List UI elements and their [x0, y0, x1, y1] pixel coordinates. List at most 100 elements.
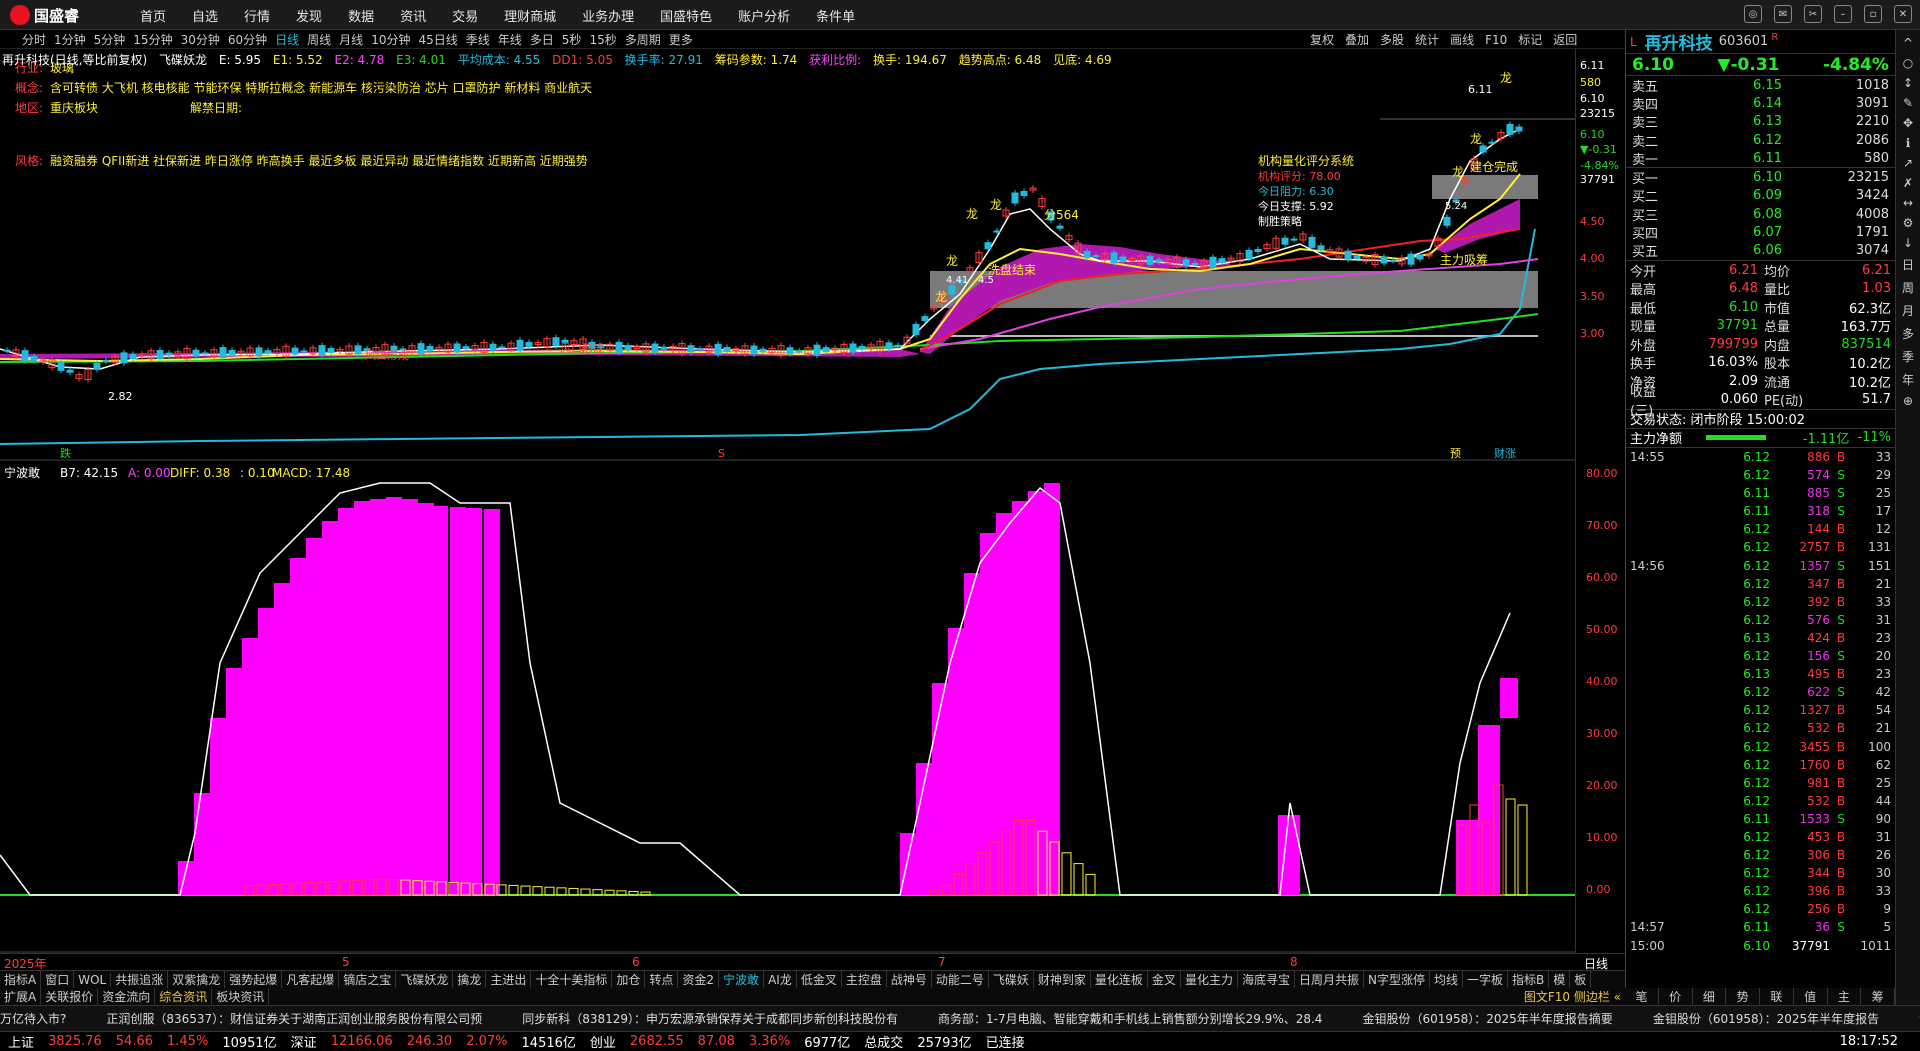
- sz-label[interactable]: 深证: [291, 1032, 317, 1051]
- oscillator-chart[interactable]: 宁波敢 B7: 42.15 A: 0.00 DIFF: 0.38 : 0.10 …: [0, 463, 1575, 953]
- tool-2[interactable]: 多股: [1380, 31, 1404, 48]
- indicator-tab-1[interactable]: 窗口: [41, 971, 75, 988]
- period-13[interactable]: 多日: [530, 31, 554, 48]
- period-8[interactable]: 月线: [339, 31, 363, 48]
- menu-item-6[interactable]: 交易: [452, 6, 478, 25]
- period-15[interactable]: 15秒: [589, 31, 616, 48]
- ask-row[interactable]: 卖五 6.15 1018: [1626, 76, 1895, 95]
- indicator-tab-9[interactable]: 擒龙: [453, 971, 487, 988]
- indicator-tab-15[interactable]: 宁波敢: [719, 971, 765, 988]
- period-10[interactable]: 45日线: [418, 31, 457, 48]
- side-tool-6[interactable]: ↗: [1903, 156, 1913, 170]
- indicator-tab-7[interactable]: 镝店之宝: [339, 971, 397, 988]
- indicator-tab-31[interactable]: 指标B: [1508, 971, 1550, 988]
- quote-tab-1[interactable]: 价: [1659, 988, 1693, 1005]
- period-3[interactable]: 15分钟: [133, 31, 172, 48]
- stock-title[interactable]: 再升科技(日线,等比前复权): [2, 53, 147, 67]
- menu-item-8[interactable]: 业务办理: [582, 6, 634, 25]
- indicator-tab-0[interactable]: 指标A: [0, 971, 42, 988]
- news-item[interactable]: 金钼股份（601958）：2025年半年度报告: [1653, 1010, 1879, 1027]
- side-tool-10[interactable]: ↓: [1903, 236, 1913, 250]
- side-tool-3[interactable]: ✎: [1903, 96, 1913, 110]
- period-16[interactable]: 多周期: [625, 31, 661, 48]
- indicator-tab-6[interactable]: 凡客起爆: [282, 971, 340, 988]
- indicator-tab-3[interactable]: 共振追涨: [111, 971, 169, 988]
- side-tool-16[interactable]: 年: [1902, 371, 1914, 388]
- indicator-tab-21[interactable]: 飞碟妖: [989, 971, 1034, 988]
- side-tool-12[interactable]: 周: [1902, 279, 1914, 296]
- side-tool-14[interactable]: 多: [1902, 325, 1914, 342]
- bid-row[interactable]: 买三 6.08 4008: [1626, 205, 1895, 224]
- menu-item-7[interactable]: 理财商城: [504, 6, 556, 25]
- side-tool-17[interactable]: ⊕: [1903, 394, 1913, 408]
- news-item[interactable]: 商务部：1-7月电脑、智能穿戴和手机线上销售额分别增长29.9%、28.4: [938, 1010, 1322, 1027]
- tool-3[interactable]: 统计: [1415, 31, 1439, 48]
- ext-tab-1[interactable]: 关联报价: [41, 988, 99, 1005]
- menu-item-3[interactable]: 发现: [296, 6, 322, 25]
- indicator-tab-14[interactable]: 资金2: [678, 971, 720, 988]
- menu-item-10[interactable]: 账户分析: [738, 6, 790, 25]
- menu-item-4[interactable]: 数据: [348, 6, 374, 25]
- side-tool-11[interactable]: 日: [1902, 256, 1914, 273]
- quote-tab-4[interactable]: 联: [1760, 988, 1794, 1005]
- bid-row[interactable]: 买二 6.09 3424: [1626, 187, 1895, 205]
- indicator-name[interactable]: 飞碟妖龙: [159, 53, 207, 67]
- indicator-tab-33[interactable]: 板: [1570, 971, 1592, 988]
- ask-row[interactable]: 卖四 6.14 3091: [1626, 94, 1895, 113]
- quote-tab-3[interactable]: 势: [1726, 988, 1760, 1005]
- indicator-tab-32[interactable]: 模: [1549, 971, 1571, 988]
- bid-row[interactable]: 买四 6.07 1791: [1626, 223, 1895, 242]
- side-tool-0[interactable]: ^: [1903, 36, 1913, 50]
- app-logo[interactable]: 国盛睿: [10, 4, 90, 26]
- quote-tab-7[interactable]: 筹: [1861, 988, 1895, 1005]
- period-5[interactable]: 60分钟: [228, 31, 267, 48]
- indicator-tab-28[interactable]: N字型涨停: [1364, 971, 1430, 988]
- side-tool-8[interactable]: ↔: [1903, 196, 1913, 210]
- envelope-icon[interactable]: ✉: [1774, 5, 1792, 23]
- ext-tab-3[interactable]: 综合资讯: [155, 988, 213, 1005]
- indicator-tab-16[interactable]: AI龙: [764, 971, 797, 988]
- indicator-tab-23[interactable]: 量化连板: [1091, 971, 1148, 988]
- indicator-tab-5[interactable]: 强势起爆: [225, 971, 283, 988]
- menu-item-11[interactable]: 条件单: [816, 6, 855, 25]
- bid-row[interactable]: 买一 6.10 23215: [1626, 168, 1895, 187]
- period-1[interactable]: 1分钟: [54, 31, 86, 48]
- period-6[interactable]: 日线: [275, 31, 299, 48]
- period-2[interactable]: 5分钟: [94, 31, 126, 48]
- indicator-tab-8[interactable]: 飞碟妖龙: [396, 971, 454, 988]
- restore-icon[interactable]: ▫: [1864, 5, 1882, 23]
- tool-4[interactable]: 画线: [1450, 31, 1474, 48]
- menu-item-0[interactable]: 首页: [140, 6, 166, 25]
- chat-icon[interactable]: ◎: [1744, 5, 1762, 23]
- indicator-tab-29[interactable]: 均线: [1430, 971, 1463, 988]
- indicator-tab-26[interactable]: 海底寻宝: [1238, 971, 1295, 988]
- indicator-tab-12[interactable]: 加仓: [612, 971, 646, 988]
- quote-tab-6[interactable]: 主: [1828, 988, 1862, 1005]
- tool-5[interactable]: F10: [1485, 33, 1507, 47]
- indicator-tab-30[interactable]: 一字板: [1463, 971, 1508, 988]
- menu-item-9[interactable]: 国盛特色: [660, 6, 712, 25]
- quote-tab-0[interactable]: 笔: [1625, 988, 1659, 1005]
- period-7[interactable]: 周线: [307, 31, 331, 48]
- side-tool-9[interactable]: ⚙: [1903, 216, 1914, 230]
- period-11[interactable]: 季线: [466, 31, 490, 48]
- period-4[interactable]: 30分钟: [181, 31, 220, 48]
- ask-row[interactable]: 卖二 6.12 2086: [1626, 131, 1895, 150]
- ext-tab-4[interactable]: 板块资讯: [212, 988, 270, 1005]
- indicator-tab-27[interactable]: 日周月共振: [1295, 971, 1364, 988]
- quote-tab-2[interactable]: 细: [1693, 988, 1727, 1005]
- side-tool-15[interactable]: 季: [1902, 348, 1914, 365]
- tool-1[interactable]: 叠加: [1345, 31, 1369, 48]
- indicator-tab-18[interactable]: 主控盘: [842, 971, 887, 988]
- ext-tab-2[interactable]: 资金流向: [98, 988, 156, 1005]
- bid-row[interactable]: 买五 6.06 3074: [1626, 242, 1895, 260]
- ask-row[interactable]: 卖三 6.13 2210: [1626, 113, 1895, 131]
- menu-item-5[interactable]: 资讯: [400, 6, 426, 25]
- menu-item-2[interactable]: 行情: [244, 6, 270, 25]
- kline-chart[interactable]: 行业: 玻璃 概念: 含可转债 大飞机 核电核能 节能环保 特斯拉概念 新能源车…: [0, 49, 1575, 461]
- ask-row[interactable]: 卖一 6.11 580: [1626, 149, 1895, 168]
- cy-label[interactable]: 创业: [590, 1032, 616, 1051]
- ext-tab-0[interactable]: 扩展A: [0, 988, 42, 1005]
- indicator-tab-24[interactable]: 金叉: [1148, 971, 1181, 988]
- indicator-tab-20[interactable]: 动能二号: [932, 971, 989, 988]
